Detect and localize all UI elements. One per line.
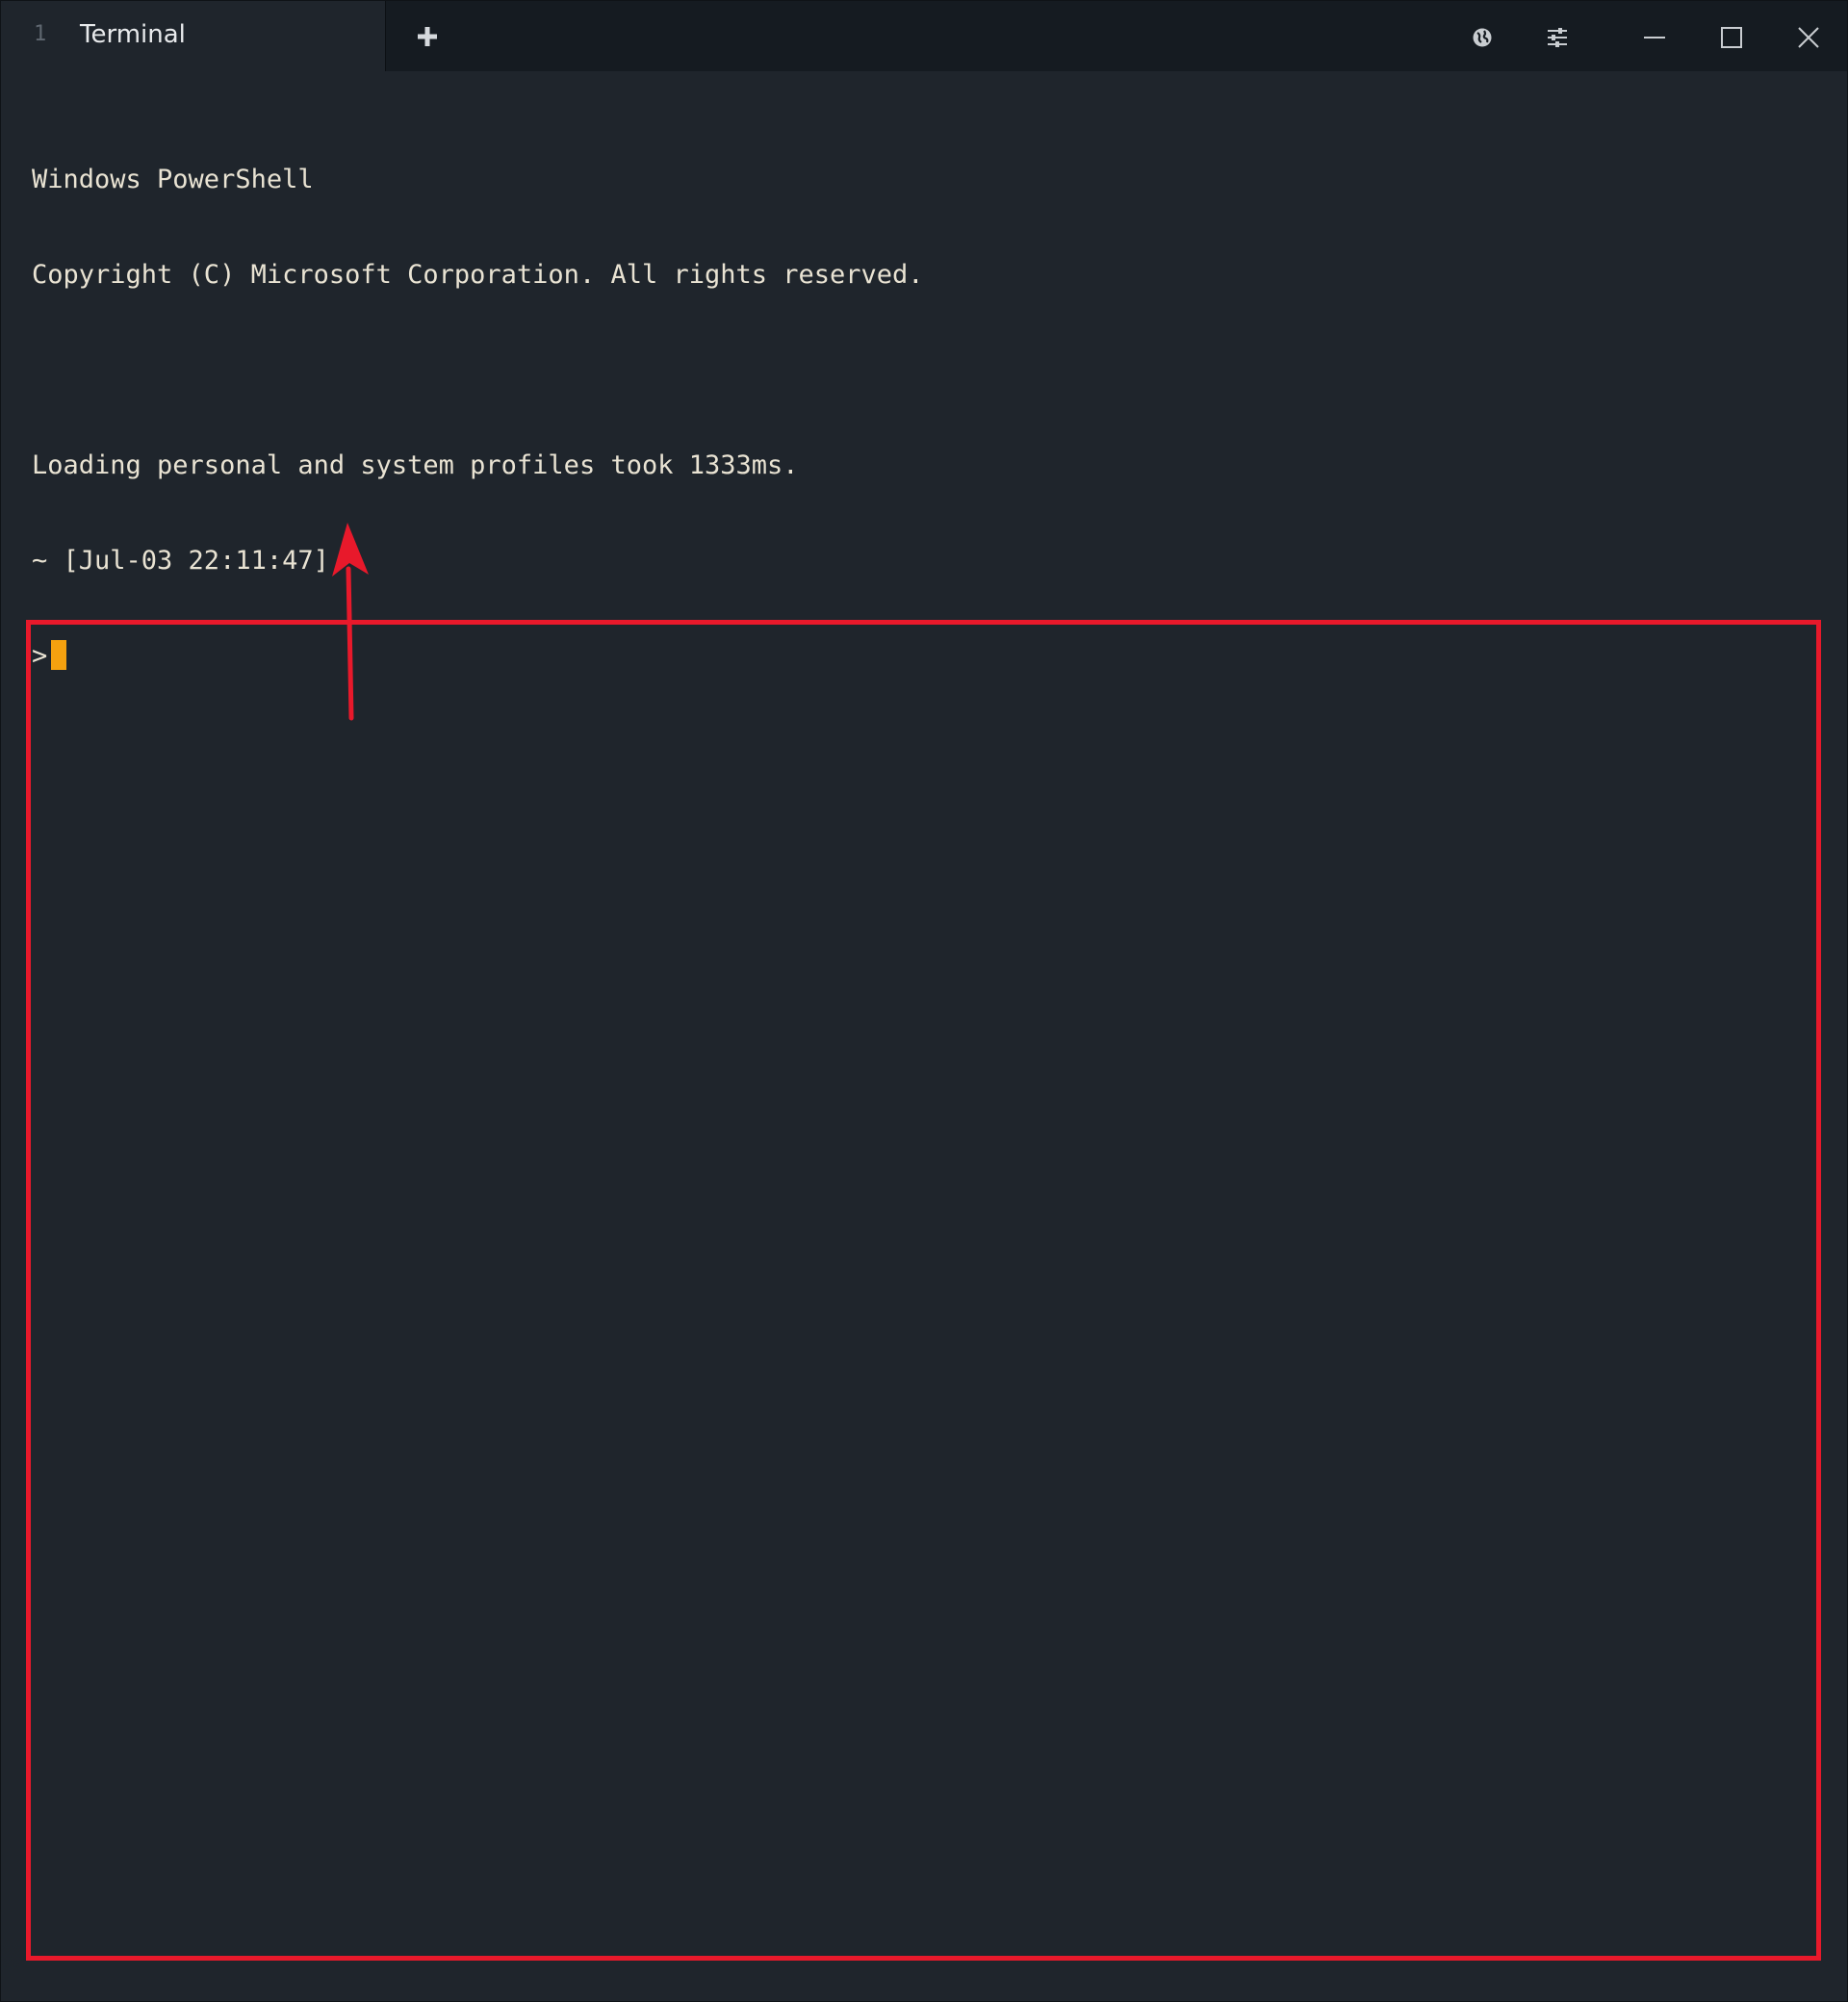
close-icon [1798,27,1819,48]
title-bar: 1 Terminal [1,1,1847,71]
globe-button[interactable] [1458,13,1506,62]
tab-title: Terminal [80,20,186,49]
tab-index: 1 [34,22,47,46]
minimize-button[interactable] [1630,13,1679,62]
close-button[interactable] [1784,13,1833,62]
maximize-button[interactable] [1707,13,1756,62]
minimize-icon [1644,37,1665,38]
annotation-highlight-box [26,620,1821,1961]
terminal-line: ~ [Jul-03 22:11:47] [32,546,329,576]
terminal-line: Loading personal and system profiles too… [32,450,799,480]
globe-icon [1473,28,1492,47]
terminal-window: 1 Terminal Windows PowerShell Copyright … [0,0,1848,2002]
annotation-arrow-up-icon [332,523,369,721]
tab-terminal[interactable]: 1 Terminal [1,1,386,71]
sliders-icon [1548,28,1567,47]
new-tab-button[interactable] [409,18,446,55]
plus-icon [418,27,437,46]
maximize-icon [1721,27,1742,48]
terminal-line: Copyright (C) Microsoft Corporation. All… [32,260,924,290]
terminal-line: Windows PowerShell [32,165,314,194]
settings-button[interactable] [1533,13,1581,62]
